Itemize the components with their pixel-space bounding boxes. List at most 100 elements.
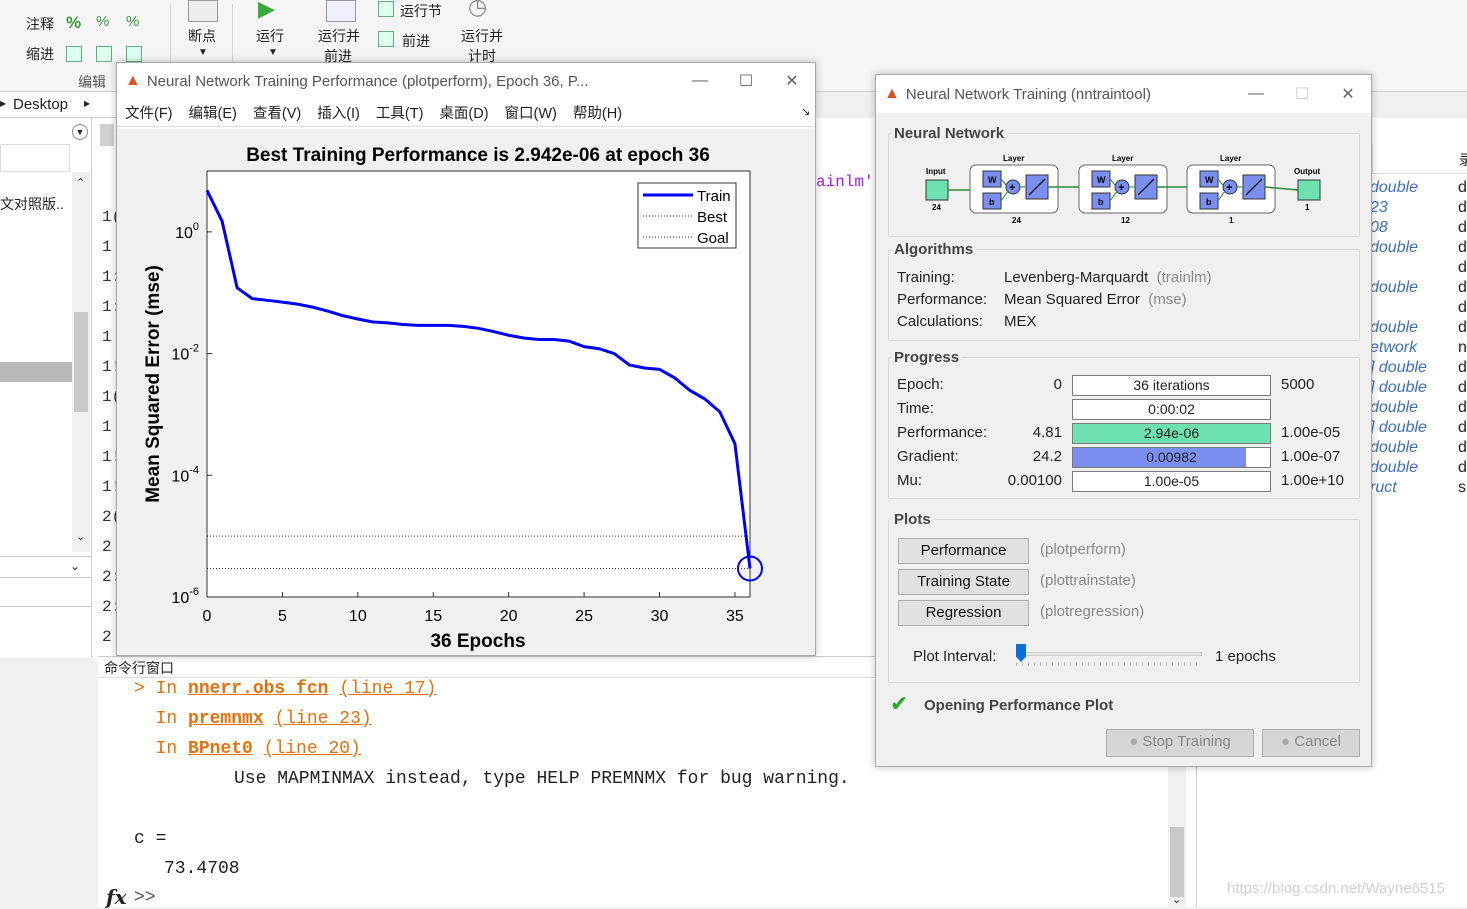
stop-training-button[interactable]: ● Stop Training	[1106, 729, 1254, 757]
title-bar[interactable]: ▲ Neural Network Training Performance (p…	[117, 63, 815, 99]
command-prompt[interactable]: >>	[134, 888, 156, 908]
wrap-comment-icon[interactable]: %	[126, 13, 139, 30]
breakpoint-icon[interactable]	[188, 0, 218, 22]
bias-label: b	[1206, 197, 1212, 207]
progress-label: Mu:	[897, 472, 922, 489]
workspace-var-type[interactable]: ruct	[1370, 479, 1397, 497]
pane-menu-icon[interactable]: ▼	[72, 124, 88, 140]
dock-icon[interactable]: ↘	[801, 105, 810, 118]
plot-interval-slider[interactable]	[1016, 650, 1202, 664]
indent-label[interactable]: 缩进	[26, 44, 54, 64]
line-link[interactable]: (line 23)	[274, 709, 371, 729]
file-item[interactable]: 文对照版..	[0, 194, 64, 214]
search-box[interactable]	[0, 144, 70, 172]
uncomment-icon[interactable]: %	[96, 13, 109, 30]
run-section-label[interactable]: 运行节	[400, 1, 442, 21]
chevron-down-icon[interactable]: ▼	[268, 47, 278, 58]
error-link[interactable]: nnerr.obs_fcn	[188, 679, 328, 699]
error-link[interactable]: premnmx	[188, 709, 264, 729]
minimize-icon[interactable]: —	[1233, 85, 1279, 103]
chevron-down-icon[interactable]: ⌄	[70, 559, 80, 573]
breakpoint-label[interactable]: 断点	[188, 26, 216, 46]
comment-label[interactable]: 注释	[26, 14, 54, 34]
menu-item[interactable]: 窗口(W)	[505, 102, 557, 123]
performance-plot-window[interactable]: ▲ Neural Network Training Performance (p…	[116, 62, 816, 656]
slider-thumb[interactable]	[1016, 644, 1026, 662]
menu-item[interactable]: 工具(T)	[376, 102, 424, 123]
advance-label[interactable]: 前进	[402, 31, 430, 51]
breadcrumb[interactable]: Desktop	[13, 96, 68, 113]
address-bar[interactable]: ▸ Desktop ▸	[0, 92, 120, 118]
watermark: https://blog.csdn.net/Wayne6515	[1227, 880, 1445, 897]
workspace-var-type[interactable]: double	[1370, 399, 1418, 417]
maximize-icon[interactable]: ☐	[723, 71, 769, 91]
workspace-var-type[interactable]: double	[1370, 179, 1418, 197]
menu-item[interactable]: 查看(V)	[253, 102, 301, 123]
progress-value: 1.00e-05	[1144, 473, 1199, 489]
timer-icon[interactable]: ◷	[468, 0, 487, 20]
percent-icon[interactable]: %	[66, 13, 81, 33]
workspace-var-type[interactable]: double	[1370, 459, 1418, 477]
run-advance-label-1[interactable]: 运行并	[318, 26, 360, 46]
menu-item[interactable]: 文件(F)	[125, 102, 173, 123]
menu-item[interactable]: 插入(I)	[317, 102, 360, 123]
figure-canvas: Best Training Performance is 2.942e-06 a…	[117, 129, 815, 655]
run-time-label-1[interactable]: 运行并	[461, 26, 503, 46]
matlab-logo-icon: ▲	[884, 85, 900, 103]
line-link[interactable]: (line 17)	[339, 679, 436, 699]
run-section-icon[interactable]	[378, 1, 394, 17]
smart-indent-icon[interactable]	[66, 46, 82, 62]
run-advance-icon[interactable]	[326, 0, 356, 22]
x-tick-label: 20	[500, 608, 518, 625]
menu-item[interactable]: 帮助(H)	[573, 102, 622, 123]
workspace-var-type[interactable]: double	[1370, 279, 1418, 297]
x-axis-label: 36 Epochs	[430, 631, 525, 652]
details-header[interactable]: ⌄	[0, 556, 92, 578]
scrollbar[interactable]: ⌃ ⌄	[72, 172, 90, 552]
x-tick-label: 35	[726, 608, 744, 625]
close-icon[interactable]: ✕	[1325, 84, 1371, 104]
divider	[0, 606, 92, 607]
workspace-var-type[interactable]: ] double	[1370, 419, 1427, 437]
run-icon[interactable]: ▶	[258, 0, 275, 22]
chevron-up-icon[interactable]: ⌃	[76, 176, 85, 189]
selected-row[interactable]	[0, 362, 72, 382]
plot-function-name: (plotperform)	[1040, 541, 1126, 558]
run-label[interactable]: 运行	[256, 26, 284, 46]
fx-icon[interactable]: fx	[106, 885, 127, 909]
workspace-var-type[interactable]: ] double	[1370, 359, 1427, 377]
plot-plotregression-button[interactable]: Regression	[898, 600, 1029, 626]
decrease-indent-icon[interactable]	[126, 46, 142, 62]
chevron-down-icon[interactable]: ⌄	[1172, 893, 1181, 906]
workspace-var-type[interactable]: double	[1370, 439, 1418, 457]
increase-indent-icon[interactable]	[96, 46, 112, 62]
close-icon[interactable]: ✕	[769, 71, 815, 91]
network-heading: Neural Network	[891, 125, 1007, 142]
nntraintool-window[interactable]: ▲ Neural Network Training (nntraintool) …	[875, 74, 1372, 767]
workspace-var-type[interactable]: double	[1370, 239, 1418, 257]
line-link[interactable]: (line 20)	[264, 739, 361, 759]
plot-plottrainstate-button[interactable]: Training State	[898, 569, 1029, 595]
progress-end: 1.00e-05	[1281, 424, 1340, 441]
editor-tab[interactable]	[100, 124, 114, 146]
chevron-down-icon[interactable]: ⌄	[76, 530, 85, 543]
menu-item[interactable]: 桌面(D)	[439, 102, 488, 123]
chevron-down-icon[interactable]: ▼	[198, 47, 208, 58]
title-bar[interactable]: ▲ Neural Network Training (nntraintool) …	[876, 75, 1371, 113]
workspace-var-type[interactable]: double	[1370, 319, 1418, 337]
menu-item[interactable]: 编辑(E)	[189, 102, 237, 123]
workspace-var-type[interactable]: 23	[1370, 199, 1388, 217]
plot-interval-label: Plot Interval:	[913, 648, 996, 665]
minimize-icon[interactable]: —	[677, 72, 723, 90]
workspace-var-type[interactable]: etwork	[1370, 339, 1417, 357]
scrollbar-thumb[interactable]	[74, 312, 88, 412]
output-label: Output	[1294, 167, 1321, 176]
error-link[interactable]: BPnet0	[188, 739, 253, 759]
plot-plotperform-button[interactable]: Performance	[898, 538, 1029, 564]
cancel-button[interactable]: ● Cancel	[1262, 729, 1360, 757]
workspace-var-type[interactable]: 08	[1370, 219, 1388, 237]
workspace-var-type[interactable]: ] double	[1370, 379, 1427, 397]
y-tick-base: 10	[175, 225, 193, 242]
advance-icon[interactable]	[378, 31, 394, 47]
scrollbar-thumb[interactable]	[1170, 827, 1184, 897]
